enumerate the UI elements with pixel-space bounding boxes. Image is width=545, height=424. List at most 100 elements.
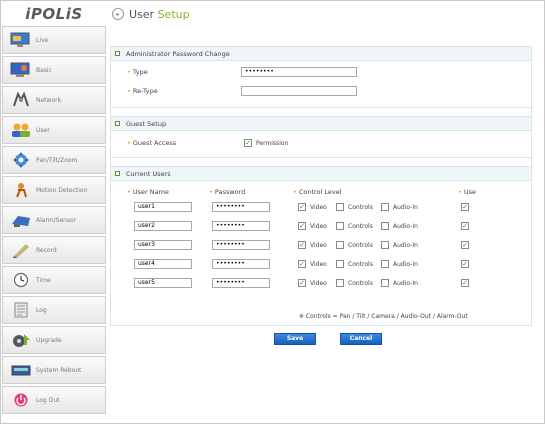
sidebar-item-record[interactable]: Record: [2, 236, 106, 264]
user-name-field[interactable]: user2: [134, 221, 192, 231]
user-password-field[interactable]: ••••••••: [212, 240, 270, 250]
controls-checkbox[interactable]: [336, 260, 344, 268]
use-checkbox[interactable]: ✓: [461, 203, 469, 211]
controls-checkbox[interactable]: [336, 203, 344, 211]
expand-icon[interactable]: [115, 51, 120, 56]
sidebar-item-label: Log Out: [36, 396, 60, 404]
sidebar-item-time[interactable]: Time: [2, 266, 106, 294]
sidebar-item-log-out[interactable]: Log Out: [2, 386, 106, 414]
sidebar-item-motion-detection[interactable]: Motion Detection: [2, 176, 106, 204]
controls-label: Controls: [348, 280, 373, 287]
arrow-right-icon: ▸: [112, 8, 124, 20]
user-password-field[interactable]: ••••••••: [212, 259, 270, 269]
controls-label: Controls: [348, 204, 373, 211]
page-title-part2: Setup: [157, 7, 190, 21]
controls-checkbox[interactable]: [336, 222, 344, 230]
user-name-field[interactable]: user3: [134, 240, 192, 250]
audio-in-label: Audio-In: [393, 204, 418, 211]
sidebar-item-alarm-sensor[interactable]: Alarm/Sensor: [2, 206, 106, 234]
sidebar-item-label: System Reboot: [36, 366, 82, 374]
video-checkbox[interactable]: ✓: [298, 260, 306, 268]
cancel-button[interactable]: Cancel: [340, 333, 382, 345]
record-icon: [9, 241, 33, 259]
alarm-icon: [9, 211, 33, 229]
sidebar-item-basic[interactable]: Basic: [2, 56, 106, 84]
audio-in-label: Audio-In: [393, 261, 418, 268]
sidebar-item-log[interactable]: Log: [2, 296, 106, 324]
user-password-field[interactable]: ••••••••: [212, 202, 270, 212]
controls-label: Controls: [348, 261, 373, 268]
user-name-field[interactable]: user5: [134, 278, 192, 288]
video-checkbox[interactable]: ✓: [298, 279, 306, 287]
section-header-users: Current Users: [111, 167, 531, 181]
sidebar-item-label: User: [36, 126, 50, 134]
logout-icon: [9, 391, 33, 409]
controls-label: Controls: [348, 223, 373, 230]
use-checkbox[interactable]: ✓: [461, 222, 469, 230]
retype-password-field[interactable]: [241, 86, 357, 96]
current-users-panel: Current Users • User Name • Password • Cont…: [110, 166, 532, 326]
controls-checkbox[interactable]: [336, 279, 344, 287]
column-password: • Password: [209, 188, 246, 196]
logo-text: iPOLiS: [25, 5, 83, 23]
column-header-text: User Name: [132, 188, 169, 196]
use-checkbox[interactable]: ✓: [461, 241, 469, 249]
audio-in-checkbox[interactable]: [381, 222, 389, 230]
sidebar-item-label: Upgrade: [36, 336, 62, 344]
use-checkbox[interactable]: ✓: [461, 260, 469, 268]
expand-icon[interactable]: [115, 171, 120, 176]
admin-password-panel: Administrator Password Change • Type ••••…: [110, 46, 532, 108]
section-header-guest: Guest Setup: [111, 117, 531, 131]
sidebar-item-ptz[interactable]: Pan/Tilt/Zoom: [2, 146, 106, 174]
audio-in-checkbox[interactable]: [381, 260, 389, 268]
log-icon: [9, 301, 33, 319]
save-button[interactable]: Save: [274, 333, 316, 345]
page-header: ▸ User Setup: [110, 2, 532, 26]
spacer: [110, 108, 532, 116]
page-title-part1: User: [129, 7, 158, 21]
column-use: • Use: [458, 188, 476, 196]
column-header-text: Password: [214, 188, 246, 196]
sidebar-item-upgrade[interactable]: Upgrade: [2, 326, 106, 354]
video-label: Video: [310, 204, 327, 211]
video-checkbox[interactable]: ✓: [298, 222, 306, 230]
user-password-field[interactable]: ••••••••: [212, 221, 270, 231]
type-password-field[interactable]: ••••••••: [241, 67, 357, 77]
monitor-icon: [9, 31, 33, 49]
section-title: Guest Setup: [126, 119, 167, 128]
permission-label: Permission: [256, 140, 289, 147]
audio-in-checkbox[interactable]: [381, 279, 389, 287]
sidebar-item-live[interactable]: Live: [2, 26, 106, 54]
monitor-basic-icon: [9, 61, 33, 79]
sidebar-item-label: Record: [36, 246, 57, 254]
sidebar-item-system-reboot[interactable]: System Reboot: [2, 356, 106, 384]
sidebar-item-network[interactable]: Network: [2, 86, 106, 114]
video-checkbox[interactable]: ✓: [298, 203, 306, 211]
user-name-field[interactable]: user4: [134, 259, 192, 269]
controls-footnote: ※ Controls = Pan / Tilt / Camera / Audio…: [299, 313, 468, 320]
audio-in-checkbox[interactable]: [381, 203, 389, 211]
use-checkbox[interactable]: ✓: [461, 279, 469, 287]
sidebar-item-user[interactable]: User: [2, 116, 106, 144]
controls-label: Controls: [348, 242, 373, 249]
sidebar-item-label: Basic: [36, 66, 52, 74]
logo: iPOLiS: [2, 2, 106, 26]
spacer: [110, 158, 532, 166]
user-name-field[interactable]: user1: [134, 202, 192, 212]
sidebar-item-label: Time: [36, 276, 51, 284]
column-user-name: • User Name: [127, 188, 169, 196]
permission-checkbox[interactable]: ✓: [244, 139, 252, 147]
sidebar-item-label: Live: [36, 36, 49, 44]
audio-in-label: Audio-In: [393, 223, 418, 230]
sidebar-item-label: Pan/Tilt/Zoom: [36, 156, 78, 164]
video-checkbox[interactable]: ✓: [298, 241, 306, 249]
video-label: Video: [310, 261, 327, 268]
audio-in-checkbox[interactable]: [381, 241, 389, 249]
audio-in-label: Audio-In: [393, 280, 418, 287]
user-password-field[interactable]: ••••••••: [212, 278, 270, 288]
expand-icon[interactable]: [115, 121, 120, 126]
controls-checkbox[interactable]: [336, 241, 344, 249]
guest-access-text: Guest Access: [132, 139, 177, 147]
motion-icon: [9, 181, 33, 199]
type-label: • Type: [127, 68, 148, 76]
